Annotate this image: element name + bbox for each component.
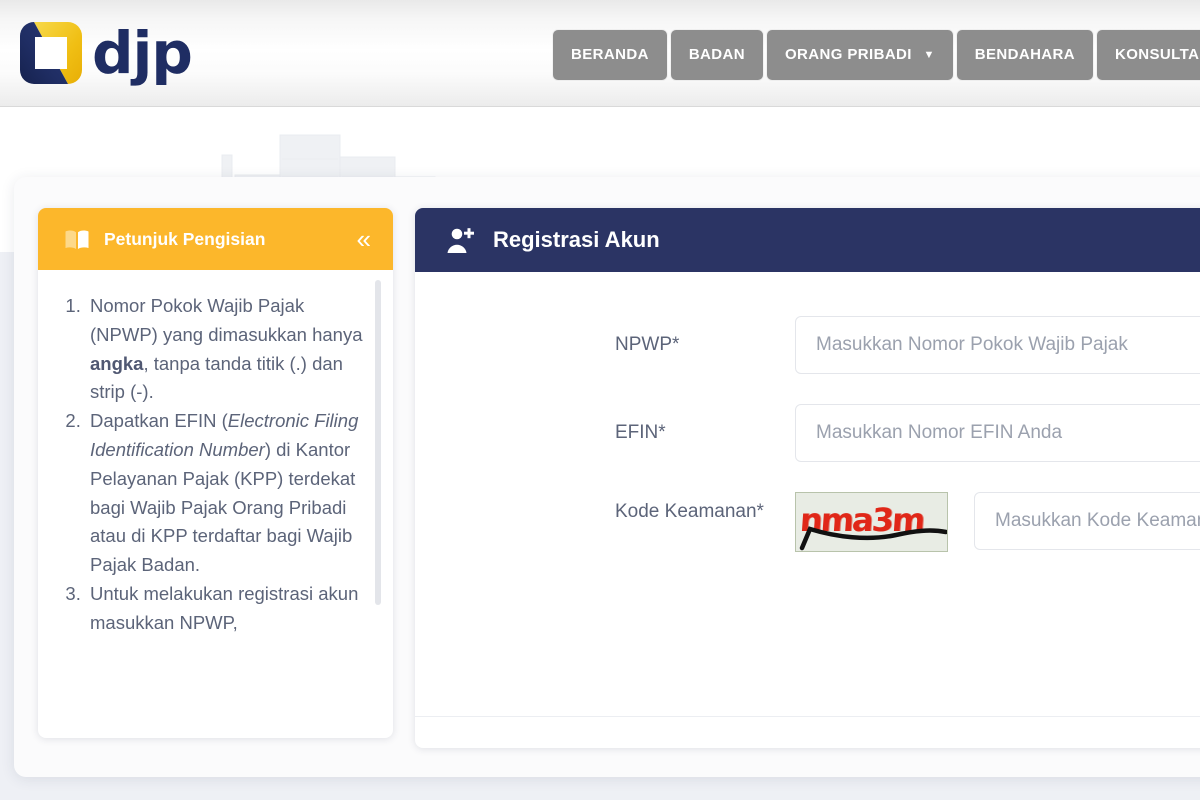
npwp-label: NPWP* <box>615 334 680 355</box>
scrollbar-thumb[interactable] <box>375 280 381 605</box>
registration-panel-title: Registrasi Akun <box>493 227 660 252</box>
instructions-panel-title: Petunjuk Pengisian <box>104 228 266 249</box>
instruction-text-run: angka <box>90 352 144 374</box>
instruction-text-run: Nomor Pokok Wajib Pajak (NPWP) yang dima… <box>90 295 363 345</box>
instructions-panel-header: Petunjuk Pengisian « <box>38 208 393 270</box>
instruction-item: Nomor Pokok Wajib Pajak (NPWP) yang dima… <box>86 292 367 407</box>
registration-panel: Registrasi Akun NPWP* EFIN* Kode Keamana… <box>415 208 1200 748</box>
captcha-label: Kode Keamanan* <box>615 501 764 522</box>
instruction-text-run: Dapatkan EFIN ( <box>90 410 228 432</box>
collapse-panel-button[interactable]: « <box>357 226 372 252</box>
instruction-item: Untuk melakukan registrasi akun masukkan… <box>86 580 367 638</box>
efin-input[interactable] <box>795 404 1200 462</box>
captcha-noise-line <box>799 526 947 551</box>
nav-label: KONSULTAN <box>1115 46 1200 63</box>
registration-form: NPWP* EFIN* Kode Keamanan* nma3m <box>415 272 1200 717</box>
nav-label: BENDAHARA <box>974 46 1075 63</box>
form-divider <box>415 716 1200 717</box>
captcha-image[interactable]: nma3m <box>795 492 948 552</box>
nav-label: BADAN <box>688 46 745 63</box>
registration-panel-header: Registrasi Akun <box>415 208 1200 272</box>
main-navigation: BERANDA BADAN ORANG PRIBADI ▼ BENDAHARA … <box>553 30 1200 80</box>
instructions-scrollbar[interactable] <box>375 278 381 723</box>
instruction-item: Dapatkan EFIN (Electronic Filing Identif… <box>86 407 367 580</box>
nav-label: BERANDA <box>571 46 649 63</box>
field-row-captcha: Kode Keamanan* nma3m <box>415 492 1200 552</box>
efin-label: EFIN* <box>615 422 666 443</box>
captcha-input[interactable] <box>974 492 1200 550</box>
book-icon <box>64 229 90 250</box>
logo-wordmark: djp <box>92 19 193 87</box>
field-row-npwp: NPWP* <box>415 316 1200 374</box>
instructions-list: Nomor Pokok Wajib Pajak (NPWP) yang dima… <box>86 292 367 638</box>
chevron-down-icon: ▼ <box>923 49 935 62</box>
npwp-input[interactable] <box>795 316 1200 374</box>
nav-item-bendahara[interactable]: BENDAHARA <box>956 30 1093 80</box>
user-plus-icon <box>445 226 477 254</box>
instructions-panel: Petunjuk Pengisian « Nomor Pokok Wajib P… <box>38 208 393 738</box>
site-logo[interactable]: djp <box>16 18 193 88</box>
nav-item-konsultan[interactable]: KONSULTAN <box>1097 30 1200 80</box>
instructions-scroll-area[interactable]: Nomor Pokok Wajib Pajak (NPWP) yang dima… <box>38 270 393 738</box>
nav-label: ORANG PRIBADI <box>784 46 912 63</box>
nav-item-orang-pribadi[interactable]: ORANG PRIBADI ▼ <box>766 30 953 80</box>
nav-item-beranda[interactable]: BERANDA <box>553 30 667 80</box>
field-row-efin: EFIN* <box>415 404 1200 462</box>
nav-item-badan[interactable]: BADAN <box>670 30 763 80</box>
site-header: djp BERANDA BADAN ORANG PRIBADI ▼ BENDAH… <box>0 0 1200 107</box>
djp-logo-icon <box>16 18 86 88</box>
instruction-text-run: Untuk melakukan registrasi akun masukkan… <box>90 582 359 633</box>
